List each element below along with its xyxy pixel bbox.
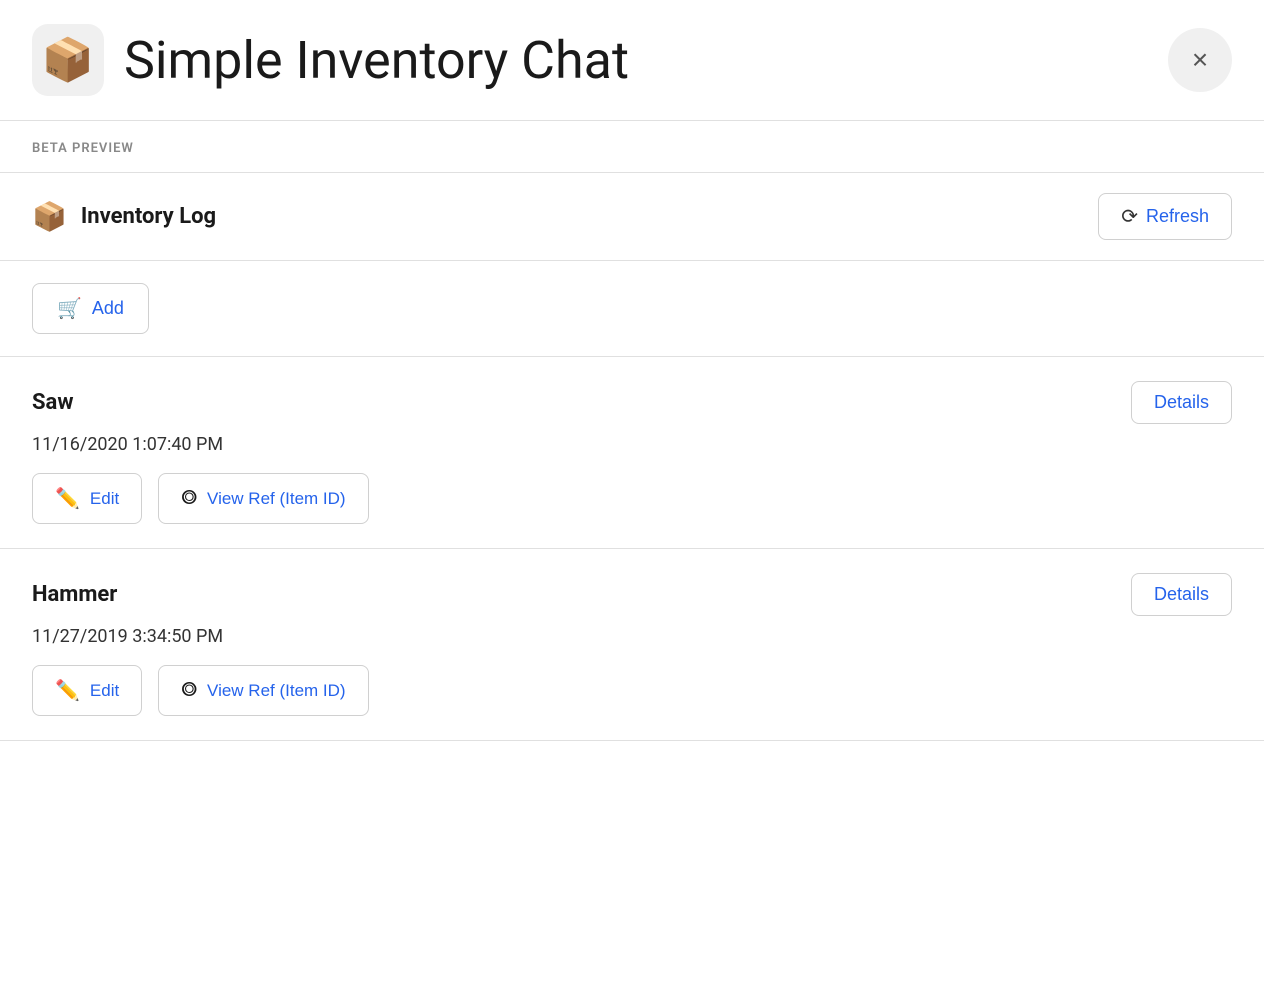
- add-button[interactable]: 🛒 Add: [32, 283, 149, 334]
- inventory-list: Saw Details 11/16/2020 1:07:40 PM ✏️ Edi…: [0, 357, 1264, 741]
- edit-icon-saw: ✏️: [55, 486, 80, 511]
- refresh-button[interactable]: ⟳ Refresh: [1098, 193, 1232, 240]
- app-icon-emoji: 📦: [42, 36, 94, 85]
- app-title: Simple Inventory Chat: [124, 30, 629, 91]
- item-date-hammer: 11/27/2019 3:34:50 PM: [32, 626, 1232, 647]
- details-button-hammer[interactable]: Details: [1131, 573, 1232, 616]
- edit-icon-hammer: ✏️: [55, 678, 80, 703]
- beta-banner: BETA PREVIEW: [0, 121, 1264, 173]
- add-label: Add: [92, 298, 124, 319]
- view-ref-button-saw[interactable]: ⭗ View Ref (Item ID): [158, 473, 368, 524]
- edit-button-saw[interactable]: ✏️ Edit: [32, 473, 142, 524]
- section-header: 📦 Inventory Log ⟳ Refresh: [0, 173, 1264, 261]
- item-actions-saw: ✏️ Edit ⭗ View Ref (Item ID): [32, 473, 1232, 524]
- view-ref-label-hammer: View Ref (Item ID): [207, 681, 346, 701]
- add-area: 🛒 Add: [0, 261, 1264, 357]
- close-button[interactable]: ×: [1168, 28, 1232, 92]
- view-ref-label-saw: View Ref (Item ID): [207, 489, 346, 509]
- section-header-left: 📦 Inventory Log: [32, 200, 216, 233]
- item-header-saw: Saw Details: [32, 381, 1232, 424]
- edit-button-hammer[interactable]: ✏️ Edit: [32, 665, 142, 716]
- view-ref-icon-saw: ⭗: [181, 487, 197, 510]
- refresh-icon: ⟳: [1121, 204, 1138, 229]
- details-button-saw[interactable]: Details: [1131, 381, 1232, 424]
- view-ref-button-hammer[interactable]: ⭗ View Ref (Item ID): [158, 665, 368, 716]
- edit-label-hammer: Edit: [90, 681, 119, 701]
- section-icon: 📦: [32, 200, 67, 233]
- header-left: 📦 Simple Inventory Chat: [32, 24, 629, 96]
- item-name-hammer: Hammer: [32, 582, 117, 607]
- item-name-saw: Saw: [32, 390, 73, 415]
- refresh-label: Refresh: [1146, 206, 1209, 227]
- app-icon: 📦: [32, 24, 104, 96]
- close-icon: ×: [1192, 44, 1208, 76]
- section-title: Inventory Log: [81, 204, 216, 229]
- item-actions-hammer: ✏️ Edit ⭗ View Ref (Item ID): [32, 665, 1232, 716]
- view-ref-icon-hammer: ⭗: [181, 679, 197, 702]
- table-row: Hammer Details 11/27/2019 3:34:50 PM ✏️ …: [0, 549, 1264, 741]
- item-header-hammer: Hammer Details: [32, 573, 1232, 616]
- edit-label-saw: Edit: [90, 489, 119, 509]
- item-date-saw: 11/16/2020 1:07:40 PM: [32, 434, 1232, 455]
- header: 📦 Simple Inventory Chat ×: [0, 0, 1264, 121]
- details-label-hammer: Details: [1154, 584, 1209, 604]
- table-row: Saw Details 11/16/2020 1:07:40 PM ✏️ Edi…: [0, 357, 1264, 549]
- add-icon: 🛒: [57, 296, 82, 321]
- details-label-saw: Details: [1154, 392, 1209, 412]
- beta-preview-text: BETA PREVIEW: [32, 141, 134, 156]
